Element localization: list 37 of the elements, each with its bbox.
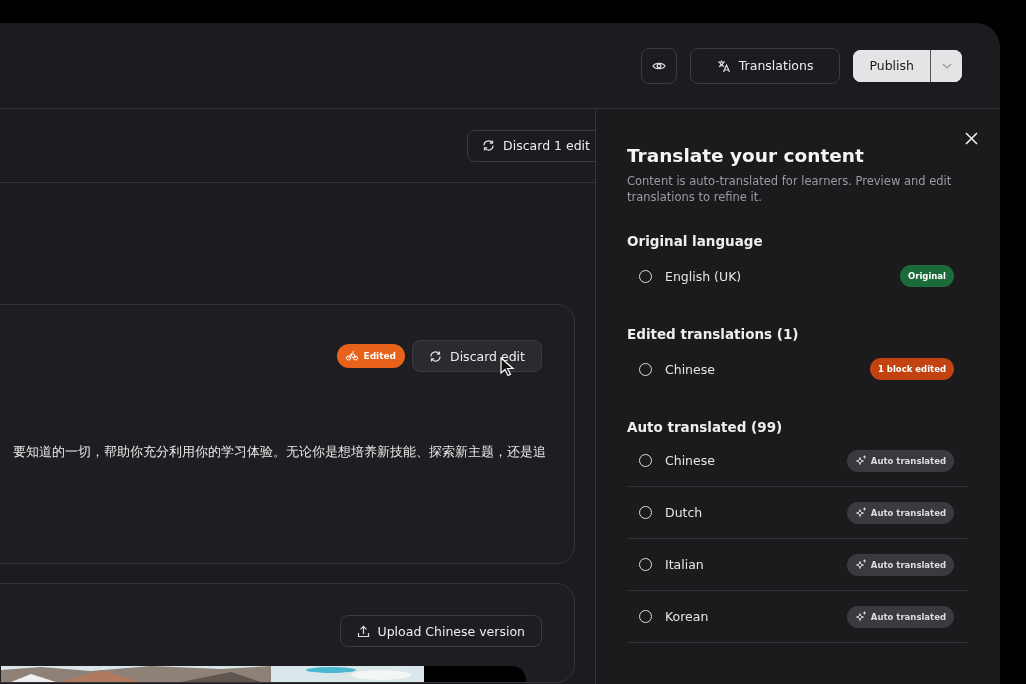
language-name: Korean (665, 609, 710, 624)
refresh-icon (482, 139, 496, 152)
edited-badge: 1 block edited (869, 358, 954, 380)
section-heading: Auto translated (99) (627, 419, 784, 435)
language-name: Italian (665, 557, 705, 572)
sparkle-icon (854, 454, 867, 467)
upload-icon (356, 624, 370, 638)
paragraph-text: 要知道的一切，帮助你充分利用你的学习体验。无论你是想培养新技能、探索新主题，还是追 (12, 443, 547, 461)
translations-button[interactable]: Translations (689, 47, 841, 84)
language-name: Dutch (665, 505, 704, 520)
edited-badge: Edited (337, 344, 405, 368)
eye-icon (651, 60, 666, 71)
language-name: English (UK) (665, 268, 743, 284)
close-icon (965, 132, 978, 145)
preview-button[interactable] (640, 47, 677, 84)
discard-edit-button[interactable]: Discard edit (412, 340, 542, 372)
section-heading: Edited translations (1) (627, 326, 800, 342)
translate-icon (716, 58, 731, 73)
upload-button[interactable]: Upload Chinese version (339, 615, 542, 647)
bicycle-icon (346, 351, 359, 361)
auto-translated-badge: Auto translated (846, 501, 954, 524)
sparkle-icon (854, 558, 867, 571)
original-badge: Original (899, 265, 954, 287)
sparkle-icon (854, 610, 867, 623)
panel-title: Translate your content (627, 144, 865, 166)
chevron-down-icon (941, 62, 952, 69)
language-name: Chinese (665, 453, 716, 468)
publish-menu-button[interactable] (930, 49, 962, 82)
sparkle-icon (854, 506, 867, 519)
auto-translated-badge: Auto translated (846, 449, 954, 472)
language-name: Chinese (665, 361, 716, 377)
panel-description: Content is auto-translated for learners. Preview and edit translations to refine it. (627, 173, 953, 205)
section-heading: Original language (627, 233, 764, 249)
close-button[interactable] (965, 132, 978, 145)
auto-translated-badge: Auto translated (846, 553, 954, 576)
refresh-icon (429, 349, 442, 363)
auto-translated-badge: Auto translated (846, 605, 954, 628)
